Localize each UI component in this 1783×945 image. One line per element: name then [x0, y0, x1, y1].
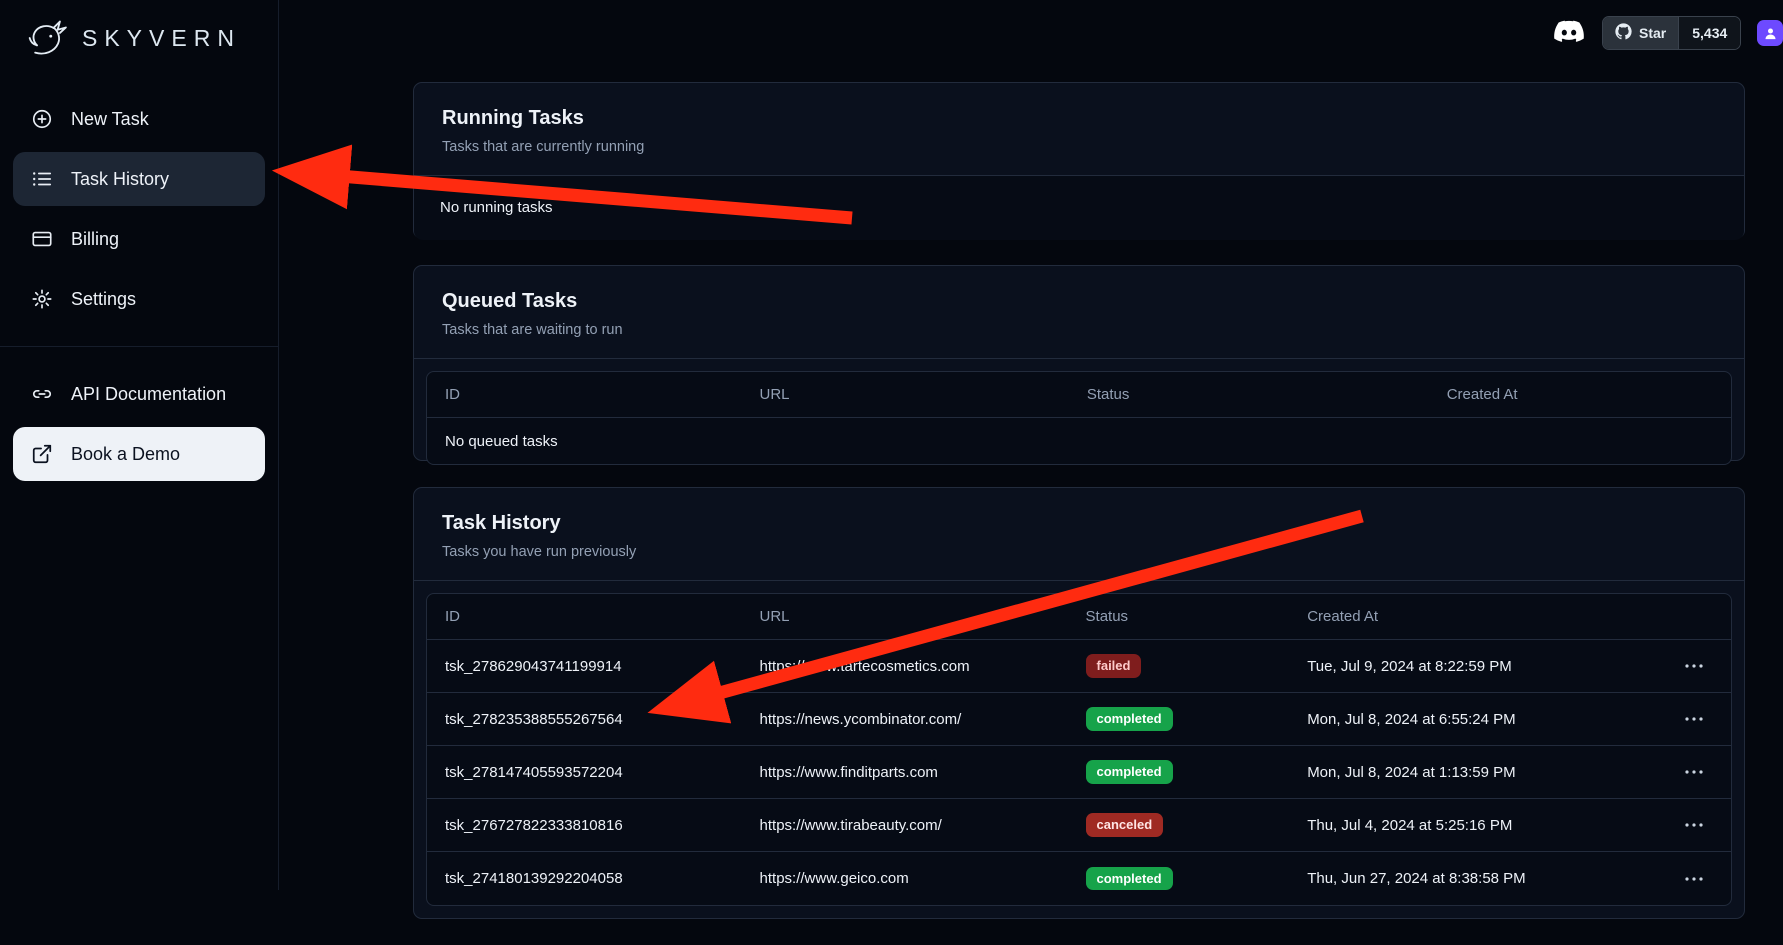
brand: SKYVERN [0, 0, 278, 70]
task-history-card: Task History Tasks you have run previous… [413, 487, 1745, 919]
row-actions-button[interactable] [1681, 819, 1707, 831]
credit-card-icon [30, 227, 54, 251]
skyvern-logo-icon [26, 16, 70, 60]
column-header-status: Status [1087, 386, 1447, 403]
user-avatar[interactable] [1757, 20, 1783, 46]
discord-icon[interactable] [1552, 20, 1586, 46]
external-link-icon [30, 442, 54, 466]
github-star-label: Star [1639, 25, 1666, 41]
task-created-at: Mon, Jul 8, 2024 at 6:55:24 PM [1307, 711, 1640, 728]
sidebar-item-billing[interactable]: Billing [13, 212, 265, 266]
column-header-id: ID [427, 608, 760, 625]
sidebar-item-label: API Documentation [71, 384, 226, 405]
column-header-url: URL [760, 608, 1086, 625]
queued-tasks-subtitle: Tasks that are waiting to run [442, 322, 1716, 338]
row-actions-button[interactable] [1681, 766, 1707, 778]
status-badge: completed [1086, 707, 1173, 731]
link-icon [30, 382, 54, 406]
task-row[interactable]: tsk_276727822333810816 https://www.tirab… [427, 799, 1731, 852]
sidebar-item-label: Settings [71, 289, 136, 310]
task-history-title: Task History [442, 512, 1716, 535]
task-id: tsk_274180139292204058 [427, 870, 760, 887]
task-url: https://www.geico.com [760, 870, 1086, 887]
sidebar: SKYVERN New Task Task History Billing Se… [0, 0, 279, 890]
row-actions-button[interactable] [1681, 713, 1707, 725]
row-actions-button[interactable] [1681, 660, 1707, 672]
queued-tasks-table: ID URL Status Created At No queued tasks [426, 371, 1732, 465]
task-id: tsk_278147405593572204 [427, 764, 760, 781]
sidebar-item-settings[interactable]: Settings [13, 272, 265, 326]
queued-tasks-card: Queued Tasks Tasks that are waiting to r… [413, 265, 1745, 461]
column-header-id: ID [427, 386, 760, 403]
github-icon [1615, 23, 1632, 43]
table-header-row: ID URL Status Created At [427, 594, 1731, 640]
sidebar-item-label: New Task [71, 109, 149, 130]
task-created-at: Thu, Jun 27, 2024 at 8:38:58 PM [1307, 870, 1640, 887]
status-badge: completed [1086, 760, 1173, 784]
running-tasks-title: Running Tasks [442, 107, 1716, 130]
sidebar-item-book-a-demo[interactable]: Book a Demo [13, 427, 265, 481]
task-id: tsk_278629043741199914 [427, 658, 760, 675]
sidebar-item-task-history[interactable]: Task History [13, 152, 265, 206]
sidebar-item-label: Billing [71, 229, 119, 250]
column-header-status: Status [1086, 608, 1308, 625]
running-tasks-subtitle: Tasks that are currently running [442, 139, 1716, 155]
status-badge: completed [1086, 867, 1173, 891]
task-id: tsk_276727822333810816 [427, 817, 760, 834]
running-tasks-empty-state: No running tasks [440, 176, 1718, 240]
task-row[interactable]: tsk_278147405593572204 https://www.findi… [427, 746, 1731, 799]
sidebar-item-label: Task History [71, 169, 169, 190]
task-row[interactable]: tsk_274180139292204058 https://www.geico… [427, 852, 1731, 905]
github-star-button[interactable]: Star 5,434 [1602, 16, 1741, 50]
column-header-created-at: Created At [1307, 608, 1640, 625]
brand-name: SKYVERN [82, 25, 241, 52]
task-created-at: Mon, Jul 8, 2024 at 1:13:59 PM [1307, 764, 1640, 781]
queued-tasks-empty-row: No queued tasks [427, 418, 1731, 464]
status-badge: canceled [1086, 813, 1164, 837]
task-url: https://www.tirabeauty.com/ [760, 817, 1086, 834]
task-row[interactable]: tsk_278235388555267564 https://news.ycom… [427, 693, 1731, 746]
sidebar-item-api-documentation[interactable]: API Documentation [13, 367, 265, 421]
table-header-row: ID URL Status Created At [427, 372, 1731, 418]
queued-tasks-empty-state: No queued tasks [427, 433, 1731, 450]
topbar: Star 5,434 S [1552, 16, 1783, 50]
task-id: tsk_278235388555267564 [427, 711, 760, 728]
status-badge: failed [1086, 654, 1142, 678]
github-star-count: 5,434 [1678, 17, 1740, 49]
plus-circle-icon [30, 107, 54, 131]
list-icon [30, 167, 54, 191]
task-created-at: Thu, Jul 4, 2024 at 5:25:16 PM [1307, 817, 1640, 834]
sidebar-divider [0, 346, 278, 347]
task-url: https://www.tartecosmetics.com [760, 658, 1086, 675]
task-created-at: Tue, Jul 9, 2024 at 8:22:59 PM [1307, 658, 1640, 675]
task-url: https://news.ycombinator.com/ [760, 711, 1086, 728]
sidebar-item-label: Book a Demo [71, 444, 180, 465]
running-tasks-card: Running Tasks Tasks that are currently r… [413, 82, 1745, 239]
queued-tasks-title: Queued Tasks [442, 290, 1716, 313]
task-history-table: ID URL Status Created At tsk_27862904374… [426, 593, 1732, 906]
main-content: Running Tasks Tasks that are currently r… [413, 82, 1745, 945]
gear-icon [30, 287, 54, 311]
task-url: https://www.finditparts.com [760, 764, 1086, 781]
task-history-subtitle: Tasks you have run previously [442, 544, 1716, 560]
column-header-url: URL [760, 386, 1087, 403]
sidebar-item-new-task[interactable]: New Task [13, 92, 265, 146]
column-header-created-at: Created At [1447, 386, 1731, 403]
task-row[interactable]: tsk_278629043741199914 https://www.tarte… [427, 640, 1731, 693]
row-actions-button[interactable] [1681, 873, 1707, 885]
